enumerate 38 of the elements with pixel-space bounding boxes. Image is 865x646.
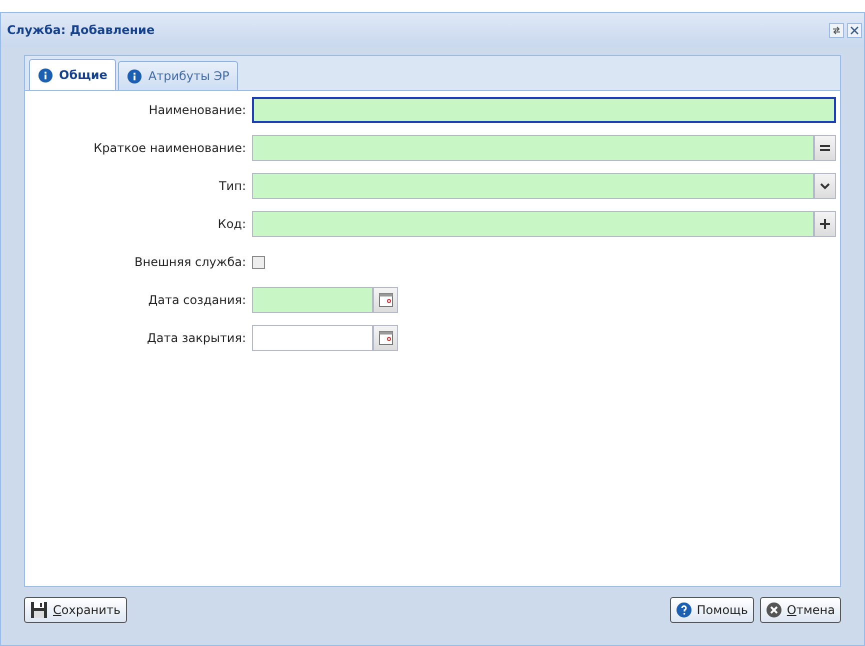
calendar-icon bbox=[378, 331, 392, 345]
date-field[interactable] bbox=[252, 325, 373, 351]
field-label: Дата закрытия: bbox=[146, 330, 246, 347]
cancel-button[interactable]: Отмена bbox=[760, 596, 841, 622]
input-field[interactable] bbox=[252, 211, 814, 237]
equals-icon bbox=[819, 143, 831, 153]
trigger-button[interactable] bbox=[814, 135, 836, 161]
info-icon bbox=[127, 68, 142, 84]
close-button[interactable] bbox=[847, 22, 862, 38]
checkbox[interactable] bbox=[252, 256, 265, 268]
field-label: Код: bbox=[216, 216, 246, 233]
cancel-icon bbox=[766, 602, 782, 618]
calendar-button[interactable] bbox=[373, 325, 398, 351]
swap-arrows-icon bbox=[832, 26, 841, 34]
calendar-icon bbox=[378, 293, 392, 307]
input-field[interactable] bbox=[252, 97, 836, 123]
tab[interactable]: Общие bbox=[29, 59, 116, 90]
dropdown-field[interactable] bbox=[252, 173, 814, 199]
field-label: Тип: bbox=[218, 178, 246, 195]
input-field[interactable] bbox=[252, 135, 814, 161]
field-label: Дата создания: bbox=[147, 292, 246, 309]
field-label: Наименование: bbox=[148, 102, 246, 119]
chevron-down-icon bbox=[820, 182, 830, 190]
trigger-button[interactable] bbox=[814, 173, 836, 199]
field-label: Внешняя служба: bbox=[133, 254, 246, 271]
window-title: Служба: Добавление bbox=[7, 22, 155, 39]
close-icon bbox=[850, 26, 859, 34]
info-icon bbox=[38, 68, 53, 82]
tab[interactable]: Атрибуты ЭР bbox=[118, 61, 238, 90]
help-button[interactable]: Помощь bbox=[670, 596, 754, 622]
help-icon bbox=[676, 602, 692, 618]
calendar-button[interactable] bbox=[373, 287, 398, 313]
date-field[interactable] bbox=[252, 287, 373, 313]
save-button[interactable]: Сохранить bbox=[24, 596, 127, 622]
plus-icon bbox=[819, 218, 831, 230]
field-label: Краткое наименование: bbox=[92, 140, 246, 157]
trigger-button[interactable] bbox=[814, 211, 836, 237]
refresh-button[interactable] bbox=[829, 22, 844, 38]
